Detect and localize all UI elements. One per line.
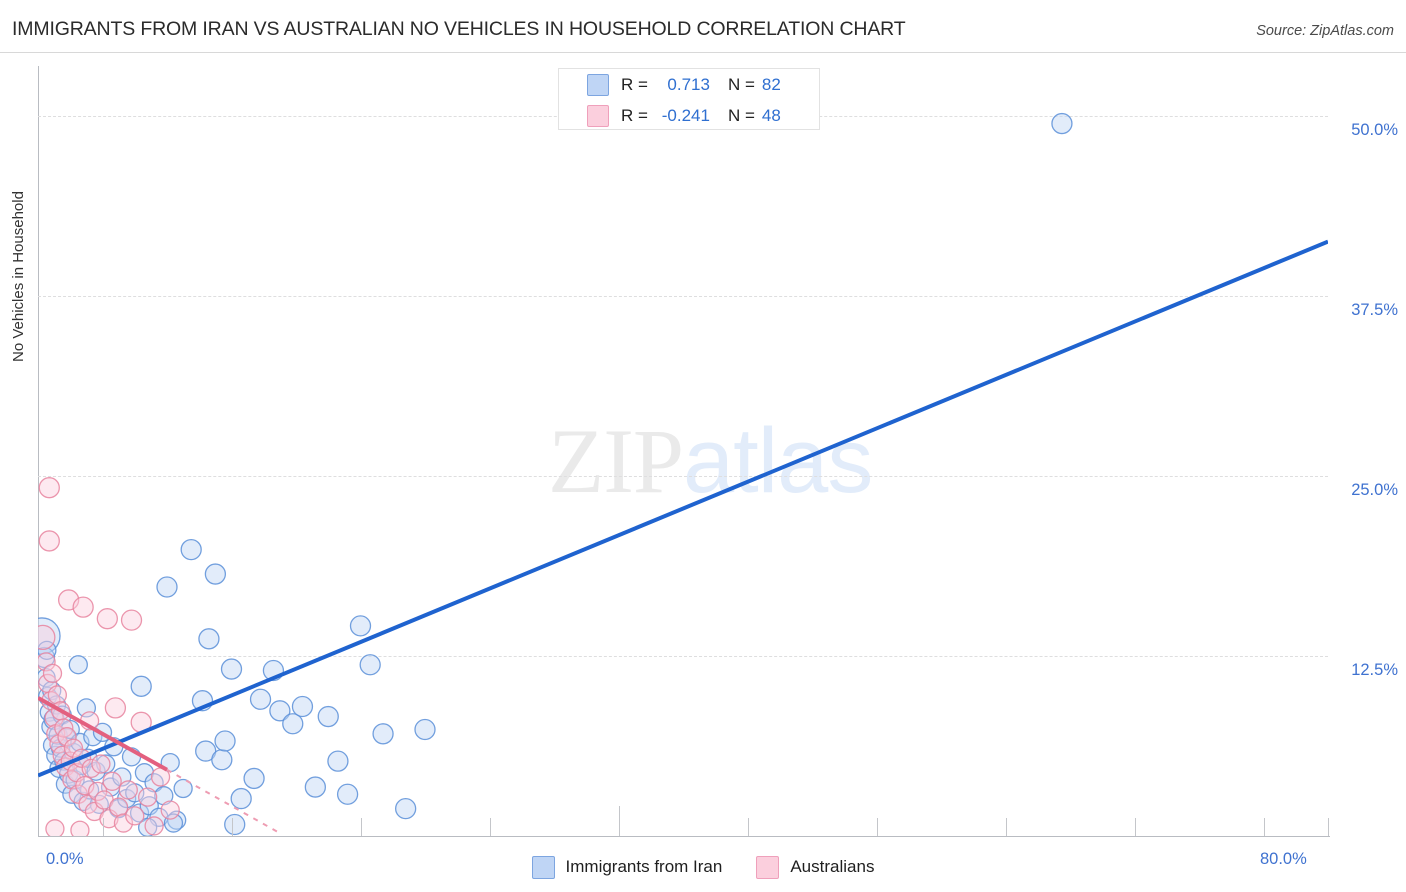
n-label-blue: N =: [727, 74, 755, 94]
legend-swatch-blue: [587, 73, 609, 96]
data-point: [120, 609, 143, 631]
data-point: [304, 776, 327, 798]
data-point: [359, 654, 381, 676]
data-point: [156, 576, 178, 598]
data-point: [91, 754, 111, 774]
data-point: [72, 596, 94, 618]
data-point: [102, 771, 122, 791]
data-point: [198, 628, 220, 650]
data-point: [243, 767, 265, 790]
data-point: [414, 718, 436, 741]
scatter-layer: [38, 112, 1328, 836]
data-point: [118, 780, 138, 800]
data-point: [68, 655, 88, 675]
legend-item-australians[interactable]: Australians: [756, 855, 875, 879]
legend-label-australians: Australians: [790, 857, 875, 876]
data-point: [70, 820, 90, 836]
data-point: [317, 705, 339, 728]
data-point: [220, 658, 243, 680]
series-points-australians: [38, 477, 180, 836]
data-point: [224, 813, 246, 836]
y-tick-label: 25.0%: [1351, 481, 1398, 500]
data-point: [144, 816, 164, 836]
data-point: [160, 800, 180, 820]
data-point: [96, 608, 118, 630]
data-point: [211, 749, 233, 771]
legend-label-immigrants-from-iran: Immigrants from Iran: [565, 857, 723, 876]
legend-swatch-australians: [756, 855, 780, 879]
correlation-chart: IMMIGRANTS FROM IRAN VS AUSTRALIAN NO VE…: [0, 0, 1406, 892]
data-point: [1051, 112, 1073, 135]
data-point: [38, 624, 56, 651]
data-point: [180, 538, 202, 561]
stat-row-blue: R = 0.713 N = 82: [559, 69, 821, 100]
n-value-blue: 82: [761, 74, 781, 94]
x-tick-mark: [1328, 818, 1329, 836]
r-label-blue: R =: [621, 74, 648, 94]
legend-swatch-immigrants-from-iran: [531, 855, 555, 879]
data-point: [130, 675, 152, 697]
y-tick-label: 12.5%: [1351, 661, 1398, 680]
legend-item-immigrants-from-iran[interactable]: Immigrants from Iran: [531, 855, 723, 879]
data-point: [336, 783, 359, 805]
r-value-pink: -0.241: [661, 105, 710, 125]
data-point: [230, 787, 252, 810]
r-value-blue: 0.713: [667, 74, 710, 94]
data-point: [327, 750, 349, 772]
data-point: [38, 530, 60, 552]
series-points-immigrants-from-iran: [38, 112, 1073, 836]
legend-swatch-pink: [587, 104, 609, 127]
x-tick-mark: [1005, 818, 1007, 836]
data-point: [104, 697, 127, 719]
data-point: [137, 787, 158, 807]
trendline: [38, 239, 1328, 778]
n-label-pink: N =: [727, 105, 755, 125]
data-point: [42, 663, 63, 684]
x-tick-mark: [618, 806, 620, 836]
x-tick-mark: [876, 818, 878, 836]
x-tick-mark: [102, 818, 104, 836]
stat-row-pink: R = -0.241 N = 48: [559, 100, 821, 131]
data-point: [38, 477, 60, 499]
x-tick-mark: [1134, 818, 1136, 836]
x-tick-mark: [360, 818, 362, 836]
x-tick-label: 80.0%: [1260, 850, 1307, 868]
data-point: [349, 615, 372, 637]
data-point: [291, 695, 314, 718]
n-value-pink: 48: [761, 105, 781, 125]
data-point: [47, 685, 67, 705]
y-tick-label: 50.0%: [1351, 121, 1398, 140]
x-tick-label: 0.0%: [46, 850, 84, 868]
data-point: [214, 730, 236, 752]
data-point: [249, 688, 272, 710]
data-point: [204, 563, 227, 585]
points-group: [38, 112, 1073, 836]
data-point: [45, 819, 65, 836]
data-point: [394, 798, 417, 820]
y-tick-label: 37.5%: [1351, 301, 1398, 320]
data-point: [108, 797, 129, 817]
x-tick-mark: [489, 818, 491, 836]
data-point: [372, 723, 394, 745]
x-tick-mark: [747, 818, 749, 836]
r-label-pink: R =: [621, 105, 648, 125]
x-tick-mark: [1263, 818, 1265, 836]
x-tick-mark: [231, 818, 233, 836]
data-point: [125, 806, 145, 826]
statistics-legend: R = 0.713 N = 82 R = -0.241 N = 48: [558, 68, 820, 130]
